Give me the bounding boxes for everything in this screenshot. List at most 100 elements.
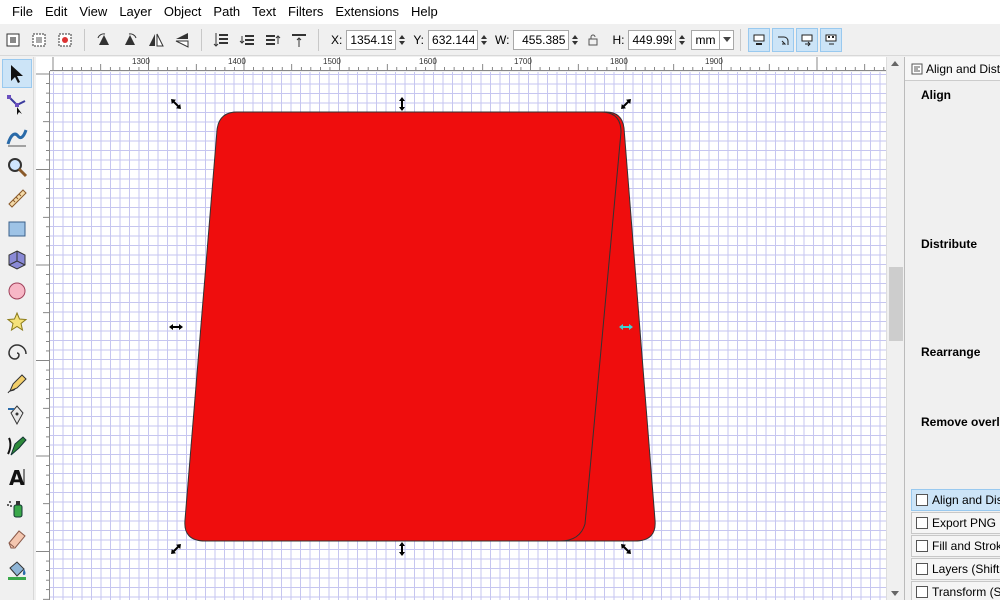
3d-box-tool[interactable]	[2, 245, 32, 274]
paint-bucket-tool[interactable]	[2, 555, 32, 584]
spiral-tool[interactable]	[2, 338, 32, 367]
pencil-tool-icon	[7, 373, 27, 393]
y-field[interactable]	[428, 29, 479, 50]
pen-tool-icon	[8, 404, 24, 425]
scale-stroke-toggle[interactable]	[748, 27, 771, 52]
menu-file[interactable]: File	[6, 0, 39, 24]
lower-button[interactable]	[236, 29, 258, 51]
rotate-ccw-icon	[97, 32, 109, 45]
text-tool[interactable]: A	[2, 462, 32, 491]
spiral-tool-icon	[8, 343, 27, 360]
text-tool-icon: A	[9, 466, 25, 489]
deselect-button[interactable]	[54, 29, 76, 51]
handle-top-right[interactable]	[619, 97, 633, 111]
flip-horizontal-button[interactable]	[145, 29, 167, 51]
lower-icon	[239, 34, 254, 45]
height-spinner[interactable]	[677, 30, 687, 50]
scroll-up-icon[interactable]	[891, 61, 899, 66]
y-spinner[interactable]	[479, 30, 489, 50]
width-field[interactable]	[513, 29, 570, 50]
paint-bucket-tool-icon	[8, 560, 26, 580]
tab-export-png[interactable]: Export PNG I	[911, 512, 1000, 534]
scroll-down-icon[interactable]	[891, 591, 899, 596]
x-spinner[interactable]	[397, 30, 407, 50]
lower-to-bottom-button[interactable]	[210, 29, 232, 51]
measure-tool[interactable]	[2, 183, 32, 212]
eraser-tool[interactable]	[2, 524, 32, 553]
handle-bottom[interactable]	[399, 542, 405, 556]
tab-align-and-distribute[interactable]: Align and Dis	[911, 489, 1000, 511]
tab-fill-and-stroke[interactable]: Fill and Strok	[911, 535, 1000, 557]
vertical-ruler-ticks	[36, 73, 49, 600]
svg-text:A: A	[9, 466, 25, 489]
unit-select[interactable]: mm	[691, 29, 735, 50]
flip-vertical-button[interactable]	[171, 29, 193, 51]
vertical-ruler[interactable]	[36, 71, 50, 600]
front-red-shape[interactable]	[184, 111, 622, 542]
menu-extensions[interactable]: Extensions	[329, 0, 405, 24]
calligraphy-tool[interactable]	[2, 431, 32, 460]
menu-path[interactable]: Path	[207, 0, 246, 24]
y-label: Y:	[413, 32, 425, 47]
tab-transform[interactable]: Transform (S	[911, 581, 1000, 600]
tab-layers[interactable]: Layers (Shift-	[911, 558, 1000, 580]
menu-filters[interactable]: Filters	[282, 0, 329, 24]
handle-bottom-right[interactable]	[619, 542, 633, 556]
move-gradients-toggle[interactable]	[796, 27, 819, 52]
handle-top-left[interactable]	[169, 97, 183, 111]
menu-help[interactable]: Help	[405, 0, 444, 24]
lock-ratio-icon[interactable]	[586, 33, 600, 47]
node-tool[interactable]	[2, 90, 32, 119]
selector-tool-icon	[11, 64, 23, 83]
star-tool[interactable]	[2, 307, 32, 336]
tool-controls-bar: X: Y: W: H: mm	[0, 24, 1000, 56]
rotate-ccw-button[interactable]	[93, 29, 115, 51]
ruler-label: 1600	[419, 57, 437, 66]
distribute-section-label: Distribute	[921, 237, 978, 251]
height-field[interactable]	[628, 29, 677, 50]
pen-tool[interactable]	[2, 400, 32, 429]
selector-tool[interactable]	[2, 59, 32, 88]
ruler-corner	[36, 57, 50, 71]
scrollbar-thumb[interactable]	[889, 267, 903, 341]
scale-corners-toggle[interactable]	[772, 27, 795, 52]
flip-vertical-icon	[175, 32, 189, 48]
x-field[interactable]	[346, 29, 397, 50]
x-label: X:	[331, 32, 343, 47]
tweak-tool-icon	[6, 128, 28, 146]
tweak-tool[interactable]	[2, 121, 32, 150]
select-all-button[interactable]	[2, 29, 24, 51]
menu-view[interactable]: View	[73, 0, 113, 24]
rotate-cw-button[interactable]	[119, 29, 141, 51]
pencil-tool[interactable]	[2, 369, 32, 398]
align-tab-icon	[916, 494, 928, 506]
spray-tool-icon	[7, 500, 23, 517]
menu-edit[interactable]: Edit	[39, 0, 73, 24]
ellipse-tool[interactable]	[2, 276, 32, 305]
align-panel-icon	[911, 63, 923, 74]
raise-to-top-button[interactable]	[288, 29, 310, 51]
width-spinner[interactable]	[570, 30, 580, 50]
handle-left[interactable]	[169, 324, 183, 330]
menu-layer[interactable]: Layer	[113, 0, 158, 24]
spray-tool[interactable]	[2, 493, 32, 522]
raise-button[interactable]	[262, 29, 284, 51]
menu-object[interactable]: Object	[158, 0, 208, 24]
handle-top[interactable]	[399, 97, 405, 111]
horizontal-ruler[interactable]: 1300 1400 1500 1600 1700 1800 1900	[50, 57, 888, 71]
drawing-canvas[interactable]	[50, 72, 886, 600]
menu-text[interactable]: Text	[246, 0, 282, 24]
select-all-layers-button[interactable]	[28, 29, 50, 51]
horizontal-ruler-ticks	[52, 57, 885, 70]
unit-value: mm	[695, 32, 716, 47]
handle-bottom-left[interactable]	[169, 542, 183, 556]
eraser-tool-icon	[8, 529, 26, 548]
rectangle-tool[interactable]	[2, 214, 32, 243]
dock-panel-title[interactable]: Align and Distr	[905, 57, 1000, 81]
3d-box-tool-icon	[8, 249, 26, 270]
lower-to-bottom-icon	[213, 32, 228, 47]
vertical-scrollbar[interactable]	[886, 57, 904, 600]
zoom-tool[interactable]	[2, 152, 32, 181]
export-tab-icon	[916, 517, 928, 529]
move-patterns-toggle[interactable]	[820, 27, 843, 52]
